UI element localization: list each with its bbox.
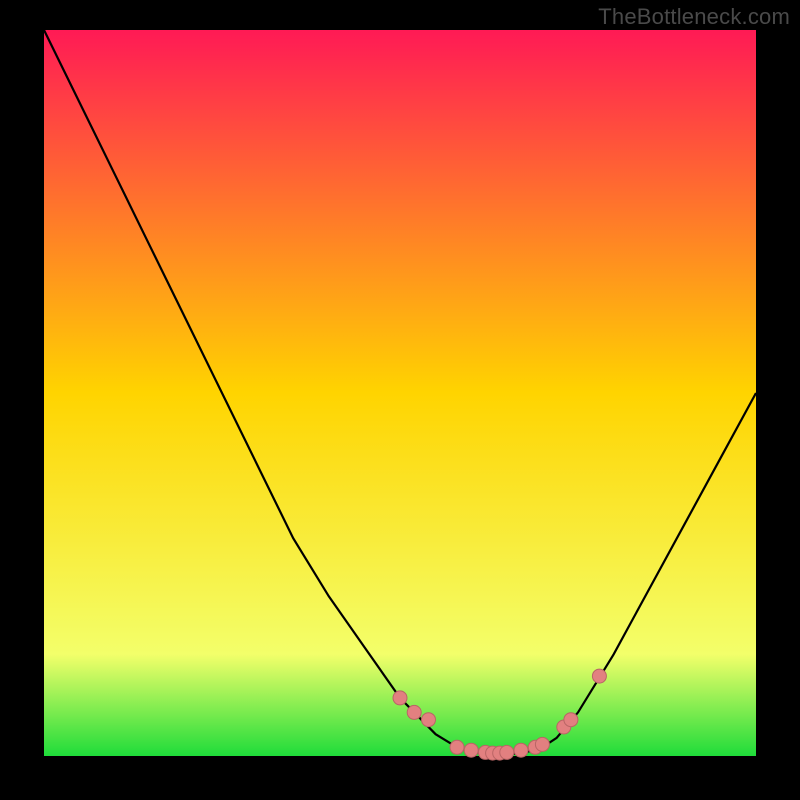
chart-svg [0,0,800,800]
watermark-text: TheBottleneck.com [598,4,790,30]
curve-marker [407,705,421,719]
curve-marker [464,743,478,757]
plot-gradient-rect [44,30,756,756]
curve-marker [535,737,549,751]
curve-marker [500,745,514,759]
curve-marker [422,713,436,727]
curve-marker [514,743,528,757]
curve-marker [393,691,407,705]
curve-marker [564,713,578,727]
curve-marker [450,740,464,754]
chart-frame: TheBottleneck.com [0,0,800,800]
curve-marker [592,669,606,683]
